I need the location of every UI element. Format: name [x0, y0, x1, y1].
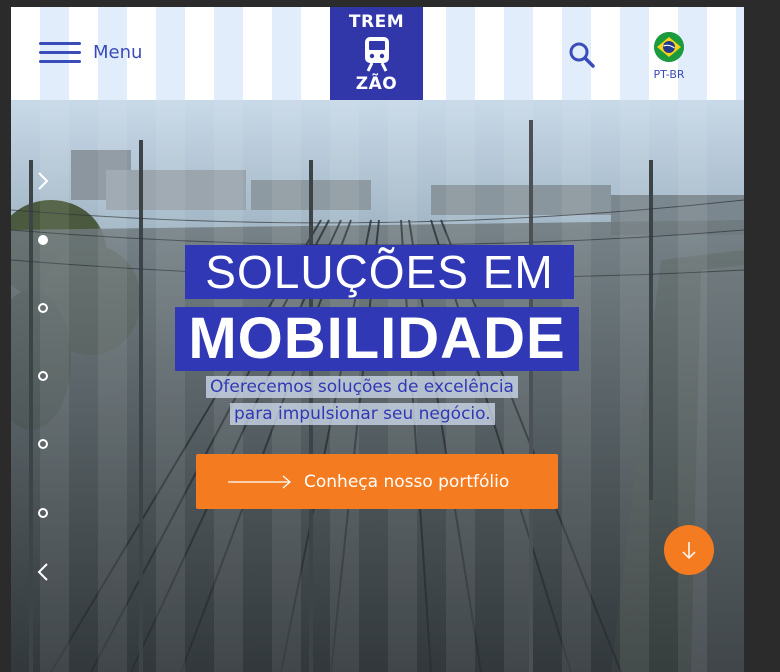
train-icon — [365, 37, 389, 72]
page-frame: Menu TREM ZÃO PT-BR SOLUÇÕES EM MOBILIDA… — [11, 7, 744, 672]
brazil-flag-icon — [654, 32, 684, 62]
scroll-down-button[interactable] — [664, 525, 714, 575]
site-logo[interactable]: TREM ZÃO — [330, 7, 423, 100]
language-label: PT-BR — [653, 68, 685, 81]
slide-dot-5[interactable] — [38, 508, 48, 518]
slide-dot-3[interactable] — [38, 371, 48, 381]
chevron-left-icon[interactable] — [33, 562, 53, 582]
portfolio-cta-button[interactable]: Conheça nosso portfólio — [196, 454, 558, 509]
slide-dot-2[interactable] — [38, 303, 48, 313]
slide-dot-1[interactable] — [38, 235, 48, 245]
menu-button[interactable]: Menu — [39, 40, 142, 64]
hamburger-icon — [39, 40, 81, 64]
hero-subtitle-line2: para impulsionar seu negócio. — [230, 403, 495, 425]
menu-label: Menu — [93, 41, 143, 63]
slide-dot-4[interactable] — [38, 439, 48, 449]
hero-headline-line1: SOLUÇÕES EM — [185, 245, 574, 299]
hero-section: SOLUÇÕES EM MOBILIDADE Oferecemos soluçõ… — [11, 100, 744, 672]
logo-text-bottom: ZÃO — [355, 74, 398, 94]
site-header: Menu TREM ZÃO PT-BR — [11, 7, 744, 100]
chevron-right-icon[interactable] — [33, 171, 53, 191]
arrow-down-icon — [682, 542, 696, 560]
logo-text-top: TREM — [348, 12, 405, 32]
cta-label: Conheça nosso portfólio — [304, 471, 510, 492]
hero-headline-line2: MOBILIDADE — [175, 307, 579, 371]
arrow-right-icon — [228, 475, 291, 488]
search-icon[interactable] — [568, 41, 596, 69]
language-selector[interactable]: PT-BR — [639, 32, 699, 81]
hero-subtitle-line1: Oferecemos soluções de excelência — [206, 376, 518, 398]
